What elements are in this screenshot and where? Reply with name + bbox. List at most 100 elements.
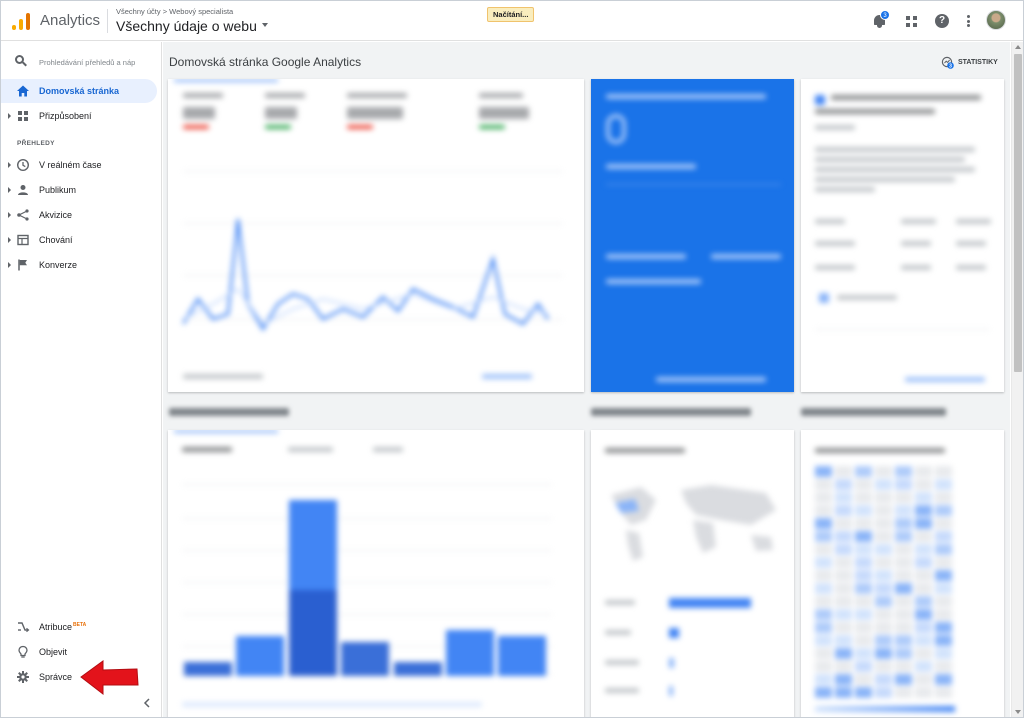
heatmap-cell: [915, 583, 932, 594]
heatmap-cell: [875, 505, 892, 516]
sidebar-item-attribution[interactable]: AtribuceBETA: [1, 615, 157, 639]
heatmap-cell: [855, 648, 872, 659]
sidebar-search: [1, 50, 161, 74]
sidebar-item-home[interactable]: Domovská stránka: [1, 79, 157, 103]
svg-text:3: 3: [949, 63, 952, 69]
heatmap-cell: [915, 635, 932, 646]
heatmap-cell: [935, 544, 952, 555]
heatmap-cell: [815, 622, 832, 633]
heatmap-cell: [835, 648, 852, 659]
heatmap-cell: [835, 466, 852, 477]
page-scrollbar[interactable]: [1011, 42, 1023, 717]
more-vert-icon[interactable]: [960, 12, 978, 30]
heatmap-cell: [855, 518, 872, 529]
heatmap-cell: [815, 596, 832, 607]
heatmap-cell: [855, 531, 872, 542]
sidebar-item-acquisition[interactable]: Akvizice: [1, 203, 157, 227]
realtime-card[interactable]: [591, 79, 794, 392]
heatmap-cell: [855, 609, 872, 620]
scrollbar-thumb[interactable]: [1014, 54, 1022, 372]
heatmap-cell: [855, 661, 872, 672]
heatmap-cell: [875, 596, 892, 607]
section-heading-blurred: [591, 406, 761, 418]
sidebar-item-customization[interactable]: Přizpůsobení: [1, 104, 157, 128]
heatmap-cell: [935, 557, 952, 568]
heatmap-cell: [895, 518, 912, 529]
heatmap-cell: [935, 531, 952, 542]
expand-arrow-icon: [8, 237, 11, 243]
sidebar-item-label: Publikum: [39, 185, 77, 195]
heatmap-cell: [895, 466, 912, 477]
section-heading-blurred: [169, 406, 309, 418]
insights-label: STATISTIKY: [958, 59, 998, 66]
heatmap-cell: [875, 570, 892, 581]
scroll-up-arrow-icon[interactable]: [1015, 45, 1021, 49]
attribution-icon: [18, 622, 30, 633]
search-icon: [15, 55, 27, 67]
heatmap-cell: [815, 518, 832, 529]
heatmap-cell: [895, 531, 912, 542]
caret-down-icon[interactable]: [262, 23, 268, 27]
heatmap-cell: [835, 635, 852, 646]
dashboard-icon: [18, 111, 28, 121]
heatmap-cell: [895, 570, 912, 581]
heatmap-cell: [895, 596, 912, 607]
heatmap-cell: [835, 479, 852, 490]
sidebar-item-realtime[interactable]: V reálném čase: [1, 153, 157, 177]
overview-card-blurred-content: [168, 79, 584, 392]
heatmap-cell: [855, 570, 872, 581]
overview-card[interactable]: [168, 79, 584, 392]
search-input[interactable]: [39, 54, 151, 70]
heatmap-cell: [815, 531, 832, 542]
heatmap-card[interactable]: [801, 430, 1004, 717]
heatmap-cell: [895, 622, 912, 633]
sidebar-item-label: AtribuceBETA: [39, 622, 87, 632]
heatmap-cell: [835, 687, 852, 698]
geo-map-card-blurred-content: [591, 430, 794, 717]
sidebar-item-behavior[interactable]: Chování: [1, 228, 157, 252]
heatmap-cell: [855, 544, 872, 555]
view-selector[interactable]: Všechny údaje o webu: [116, 18, 257, 34]
heatmap-cell: [815, 687, 832, 698]
collapse-sidebar-chevron-icon[interactable]: [141, 697, 153, 709]
heatmap-cell: [915, 622, 932, 633]
sidebar-item-audience[interactable]: Publikum: [1, 178, 157, 202]
heatmap-card-blurred-content: [801, 430, 1004, 717]
heatmap-cell: [875, 622, 892, 633]
heatmap-cell: [835, 518, 852, 529]
heatmap-cell: [895, 557, 912, 568]
heatmap-cell: [935, 570, 952, 581]
help-icon[interactable]: ?: [933, 12, 951, 30]
section-heading-reports: PŘEHLEDY: [17, 140, 55, 147]
heatmap-cell: [895, 609, 912, 620]
heatmap-cell: [835, 544, 852, 555]
heatmap-cell: [915, 518, 932, 529]
heatmap-cell: [915, 531, 932, 542]
heatmap-cell: [855, 674, 872, 685]
heatmap-cell: [915, 466, 932, 477]
analytics-logo-icon[interactable]: [11, 11, 31, 31]
section-heading-blurred: [801, 406, 951, 418]
heatmap-cell: [875, 674, 892, 685]
avatar[interactable]: [986, 10, 1006, 30]
app-title[interactable]: Analytics: [40, 12, 100, 29]
insight-text-card[interactable]: [801, 79, 1004, 392]
heatmap-cell: [815, 492, 832, 503]
scroll-down-arrow-icon[interactable]: [1015, 710, 1021, 714]
heatmap-cell: [875, 544, 892, 555]
bell-icon[interactable]: 3: [871, 10, 890, 30]
heatmap-cell: [895, 492, 912, 503]
heatmap-cell: [915, 687, 932, 698]
heatmap-cell: [815, 466, 832, 477]
account-breadcrumb[interactable]: Všechny účty > Webový specialista: [116, 7, 233, 16]
heatmap-cell: [815, 635, 832, 646]
sidebar-item-conversions[interactable]: Konverze: [1, 253, 157, 277]
bar-chart-card[interactable]: [168, 430, 584, 717]
bar-chart-card-blurred-content: [168, 430, 584, 717]
heatmap-cell: [815, 544, 832, 555]
heatmap-cell: [815, 505, 832, 516]
apps-grid-icon[interactable]: [902, 12, 920, 30]
heatmap-cell: [835, 661, 852, 672]
geo-map-card[interactable]: [591, 430, 794, 717]
insight-text-card-blurred-content: [801, 79, 1004, 392]
